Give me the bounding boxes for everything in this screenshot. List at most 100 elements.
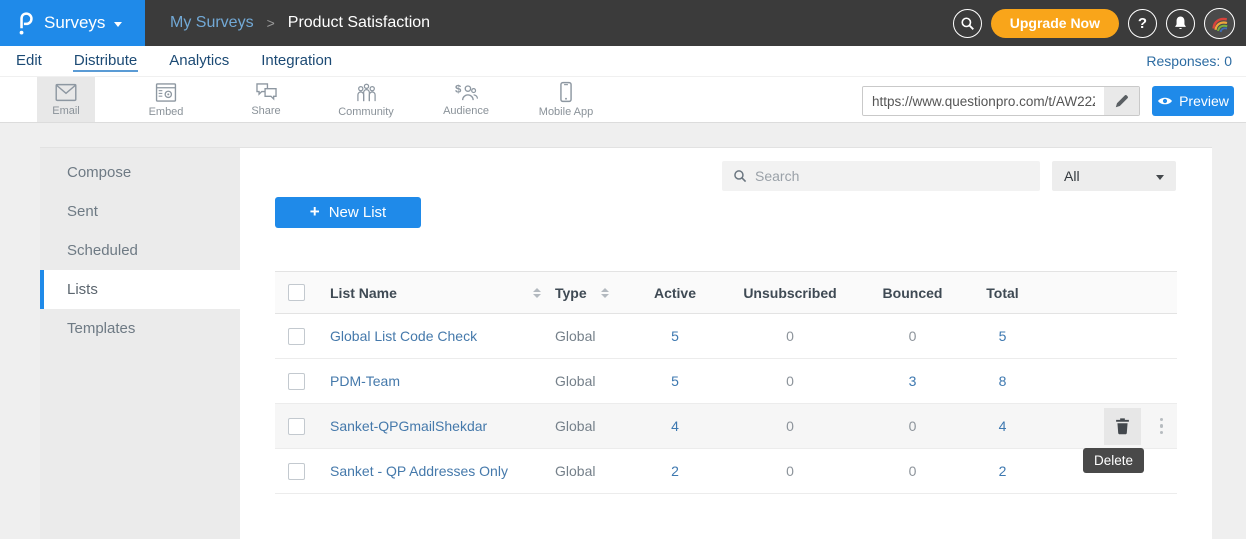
share-icon bbox=[255, 82, 278, 102]
breadcrumb-current-survey: Product Satisfaction bbox=[288, 14, 430, 32]
breadcrumb-separator: > bbox=[267, 15, 275, 31]
total-count[interactable]: 2 bbox=[945, 463, 1060, 479]
column-bounced: Bounced bbox=[880, 285, 945, 301]
active-count[interactable]: 5 bbox=[650, 328, 700, 344]
list-name-link[interactable]: PDM-Team bbox=[330, 373, 400, 389]
channel-label: Community bbox=[338, 106, 394, 118]
new-list-label: New List bbox=[329, 204, 387, 221]
new-list-button[interactable]: + New List bbox=[275, 197, 421, 228]
tab-integration[interactable]: Integration bbox=[260, 50, 333, 72]
bell-icon bbox=[1173, 15, 1188, 31]
sort-type-icon[interactable] bbox=[601, 288, 609, 298]
chevron-down-icon bbox=[1156, 175, 1164, 180]
preview-button[interactable]: Preview bbox=[1152, 86, 1234, 116]
sidebar-item-templates[interactable]: Templates bbox=[40, 309, 240, 348]
sidebar-item-compose[interactable]: Compose bbox=[40, 153, 240, 192]
channel-mobile-app[interactable]: Mobile App bbox=[537, 77, 595, 122]
sort-list-name-icon[interactable] bbox=[533, 288, 541, 298]
active-count[interactable]: 4 bbox=[650, 418, 700, 434]
table-row: Sanket - QP Addresses Only Global 2 0 0 … bbox=[275, 449, 1177, 494]
active-count[interactable]: 5 bbox=[650, 373, 700, 389]
delete-list-button[interactable] bbox=[1104, 408, 1141, 445]
lists-table: List Name Type Active Unsubscribed Bounc… bbox=[275, 271, 1177, 494]
list-type: Global bbox=[555, 373, 595, 389]
sidebar-item-scheduled[interactable]: Scheduled bbox=[40, 231, 240, 270]
list-type: Global bbox=[555, 418, 595, 434]
account-logo-icon bbox=[1206, 9, 1234, 37]
list-name-link[interactable]: Global List Code Check bbox=[330, 328, 477, 344]
bounced-count: 0 bbox=[880, 463, 945, 479]
search-button[interactable] bbox=[953, 9, 982, 38]
channel-community[interactable]: Community bbox=[337, 77, 395, 122]
breadcrumb-my-surveys[interactable]: My Surveys bbox=[170, 14, 254, 32]
table-row-hovered: Sanket-QPGmailShekdar Global 4 0 0 4 bbox=[275, 404, 1177, 449]
delete-tooltip: Delete bbox=[1083, 448, 1144, 473]
tab-distribute[interactable]: Distribute bbox=[73, 50, 138, 72]
list-type: Global bbox=[555, 328, 595, 344]
total-count[interactable]: 5 bbox=[945, 328, 1060, 344]
channel-label: Embed bbox=[149, 106, 184, 118]
user-avatar[interactable] bbox=[1204, 8, 1235, 39]
community-icon bbox=[355, 82, 378, 103]
audience-icon: $ bbox=[454, 82, 478, 102]
sidebar-item-lists[interactable]: Lists bbox=[40, 270, 240, 309]
search-icon bbox=[960, 16, 975, 31]
channel-embed[interactable]: Embed bbox=[137, 77, 195, 122]
total-count[interactable]: 8 bbox=[945, 373, 1060, 389]
unsubscribed-count: 0 bbox=[700, 418, 880, 434]
channel-share[interactable]: Share bbox=[237, 77, 295, 122]
channel-audience[interactable]: $ Audience bbox=[437, 77, 495, 122]
questionpro-logo-icon bbox=[16, 11, 35, 36]
topbar: Surveys My Surveys > Product Satisfactio… bbox=[0, 0, 1246, 46]
table-row: PDM-Team Global 5 0 3 8 bbox=[275, 359, 1177, 404]
distribute-sidebar: Compose Sent Scheduled Lists Templates bbox=[40, 148, 240, 539]
sidebar-item-sent[interactable]: Sent bbox=[40, 192, 240, 231]
row-checkbox[interactable] bbox=[288, 418, 305, 435]
channel-email[interactable]: Email bbox=[37, 77, 95, 122]
unsubscribed-count: 0 bbox=[700, 328, 880, 344]
bounced-count[interactable]: 3 bbox=[880, 373, 945, 389]
tab-edit[interactable]: Edit bbox=[15, 50, 43, 72]
row-menu-button[interactable] bbox=[1154, 414, 1170, 439]
preview-label: Preview bbox=[1179, 93, 1229, 109]
column-unsubscribed: Unsubscribed bbox=[700, 285, 880, 301]
list-name-link[interactable]: Sanket-QPGmailShekdar bbox=[330, 418, 487, 434]
question-mark-icon: ? bbox=[1138, 15, 1147, 32]
edit-url-button[interactable] bbox=[1104, 87, 1139, 115]
column-list-name[interactable]: List Name bbox=[330, 285, 397, 301]
filter-value: All bbox=[1064, 168, 1080, 184]
upgrade-now-button[interactable]: Upgrade Now bbox=[991, 9, 1119, 38]
tab-analytics[interactable]: Analytics bbox=[168, 50, 230, 72]
breadcrumb: My Surveys > Product Satisfaction bbox=[170, 0, 430, 46]
select-all-checkbox[interactable] bbox=[288, 284, 305, 301]
channel-label: Mobile App bbox=[539, 106, 593, 118]
topbar-actions: Upgrade Now ? bbox=[953, 0, 1235, 46]
column-type[interactable]: Type bbox=[555, 285, 587, 301]
lists-main-panel: All + New List List Name bbox=[240, 148, 1212, 539]
bounced-count: 0 bbox=[880, 418, 945, 434]
responses-count: Responses: 0 bbox=[1146, 46, 1232, 76]
row-checkbox[interactable] bbox=[288, 373, 305, 390]
total-count[interactable]: 4 bbox=[945, 418, 1060, 434]
active-count[interactable]: 2 bbox=[650, 463, 700, 479]
channel-label: Email bbox=[52, 105, 80, 117]
surveys-product-menu[interactable]: Surveys bbox=[0, 0, 145, 46]
table-row: Global List Code Check Global 5 0 0 5 bbox=[275, 314, 1177, 359]
row-checkbox[interactable] bbox=[288, 328, 305, 345]
list-name-link[interactable]: Sanket - QP Addresses Only bbox=[330, 463, 508, 479]
plus-icon: + bbox=[310, 202, 320, 222]
search-input[interactable] bbox=[755, 168, 1040, 184]
column-active: Active bbox=[650, 285, 700, 301]
survey-url-group bbox=[862, 86, 1140, 116]
list-type-filter[interactable]: All bbox=[1052, 161, 1176, 191]
chevron-down-icon bbox=[114, 22, 122, 27]
embed-icon bbox=[155, 82, 177, 103]
channel-label: Share bbox=[251, 105, 280, 117]
notifications-button[interactable] bbox=[1166, 9, 1195, 38]
row-checkbox[interactable] bbox=[288, 463, 305, 480]
survey-url-input[interactable] bbox=[863, 87, 1104, 115]
eye-icon bbox=[1157, 95, 1173, 107]
help-button[interactable]: ? bbox=[1128, 9, 1157, 38]
list-type: Global bbox=[555, 463, 595, 479]
unsubscribed-count: 0 bbox=[700, 463, 880, 479]
